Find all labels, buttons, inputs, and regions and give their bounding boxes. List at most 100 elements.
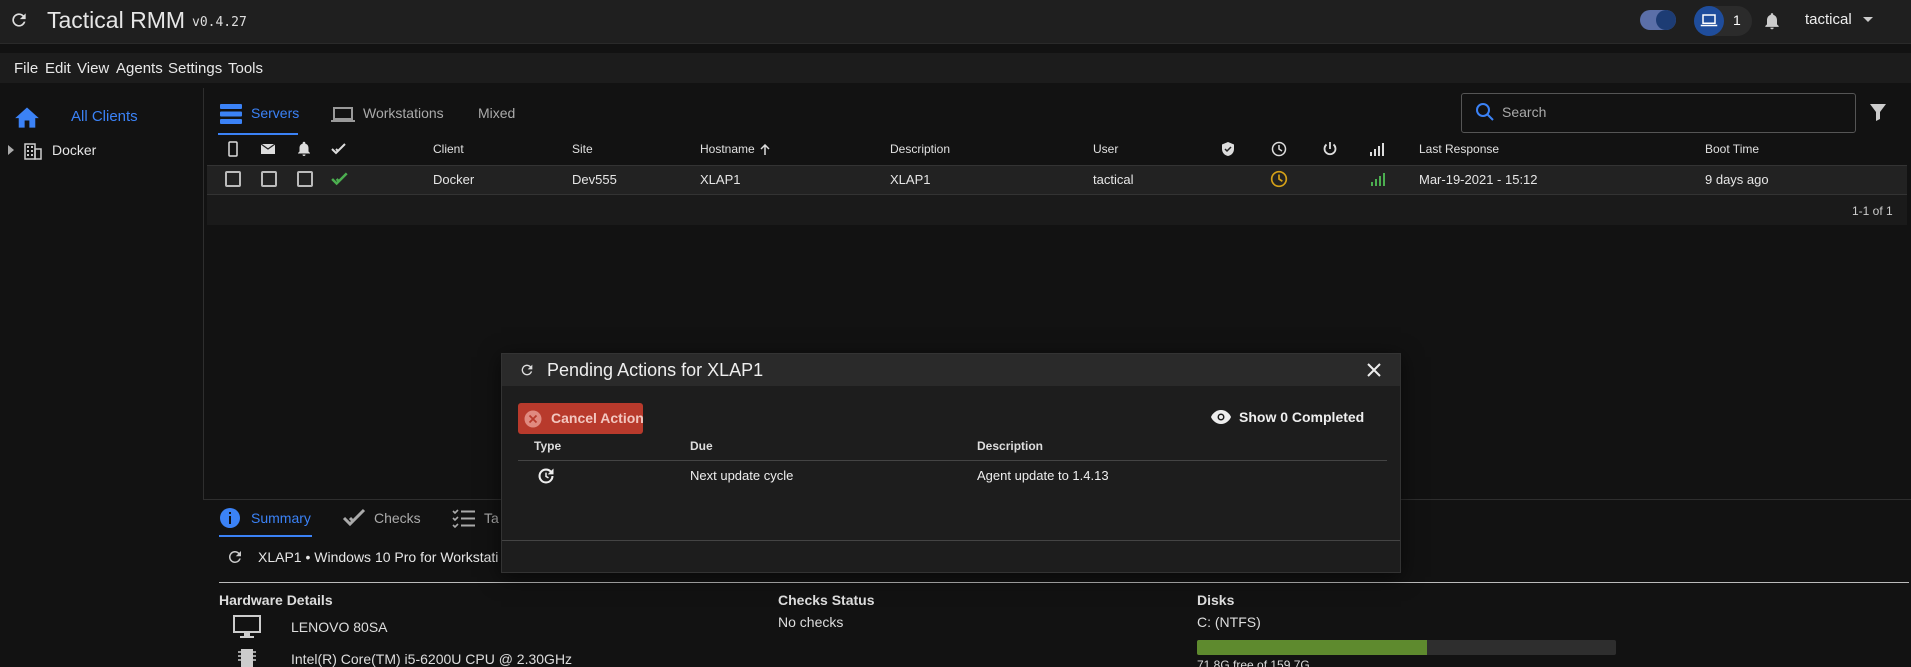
mobile-icon[interactable] (225, 141, 241, 157)
hardware-cpu: Intel(R) Core(TM) i5-6200U CPU @ 2.30GHz (291, 651, 573, 667)
laptop-icon (331, 107, 355, 122)
pending-actions-clock-icon[interactable] (1270, 170, 1288, 188)
monitor-icon (233, 615, 261, 638)
cancel-action-label: Cancel Action (551, 410, 644, 426)
client-tree-panel (0, 88, 204, 667)
double-check-icon[interactable] (331, 141, 347, 157)
menu-agents[interactable]: Agents (116, 60, 163, 77)
hardware-details-title: Hardware Details (219, 592, 333, 608)
search-input[interactable] (1502, 101, 1842, 123)
close-icon[interactable] (1366, 362, 1382, 378)
refresh-icon[interactable] (519, 362, 535, 378)
col-client[interactable]: Client (433, 142, 464, 156)
cell-due: Next update cycle (690, 468, 794, 483)
checks-status-title: Checks Status (778, 592, 875, 608)
menu-settings[interactable]: Settings (168, 60, 222, 77)
checks-icon (342, 508, 366, 527)
top-app-bar (0, 0, 1911, 44)
checks-passing-icon (331, 172, 348, 186)
home-icon[interactable] (12, 104, 42, 130)
dialog-title: Pending Actions for XLAP1 (547, 360, 764, 380)
col-due[interactable]: Due (690, 439, 713, 453)
cell-last-response: Mar-19-2021 - 15:12 (1419, 172, 1538, 187)
tasks-icon (452, 509, 475, 528)
hardware-model: LENOVO 80SA (291, 619, 388, 635)
col-type[interactable]: Type (534, 439, 561, 453)
dialog-footer-divider (502, 540, 1400, 541)
all-clients-link[interactable]: All Clients (71, 108, 138, 125)
checks-status-text: No checks (778, 614, 844, 630)
signal-online-icon (1371, 173, 1385, 186)
cell-hostname: XLAP1 (700, 172, 741, 187)
col-site[interactable]: Site (572, 142, 593, 156)
col-description[interactable]: Description (977, 439, 1043, 453)
menu-file[interactable]: File (14, 60, 38, 77)
tree-client-docker[interactable]: Docker (52, 142, 96, 158)
agent-update-icon (538, 468, 554, 484)
disk-usage-fill (1197, 640, 1428, 655)
bell-icon[interactable] (296, 141, 312, 157)
cell-boot-time: 9 days ago (1705, 172, 1769, 187)
mail-icon[interactable] (260, 141, 276, 157)
pagination-info: 1-1 of 1 (1852, 204, 1893, 218)
sort-ascending-icon (760, 144, 770, 155)
refresh-icon[interactable] (226, 548, 244, 566)
expand-arrow-icon[interactable] (7, 145, 15, 155)
filter-icon[interactable] (1869, 103, 1887, 121)
tab-workstations[interactable]: Workstations (363, 105, 444, 121)
col-boot-time[interactable]: Boot Time (1705, 142, 1759, 156)
shield-check-icon[interactable] (1220, 141, 1236, 157)
panel-divider[interactable] (203, 88, 204, 500)
menu-bar: File Edit View Agents Settings Tools (0, 53, 1911, 83)
sms-checkbox[interactable] (225, 171, 241, 187)
cell-user: tactical (1093, 172, 1134, 187)
alert-checkbox[interactable] (297, 171, 313, 187)
tab-active-indicator (218, 133, 298, 135)
agent-summary-line: XLAP1 • Windows 10 Pro for Workstati (258, 549, 499, 565)
search-icon (1476, 103, 1494, 121)
signal-icon[interactable] (1369, 141, 1385, 157)
pending-actions-dialog: Pending Actions for XLAP1 Cancel Action … (501, 353, 1401, 573)
building-icon (24, 143, 42, 160)
tab-active-indicator (219, 535, 312, 537)
divider (219, 582, 1909, 583)
col-description[interactable]: Description (890, 142, 950, 156)
servers-icon (220, 104, 242, 124)
laptop-icon (1700, 14, 1718, 27)
clock-icon[interactable] (1271, 141, 1287, 157)
eye-icon[interactable] (1210, 409, 1232, 425)
app-title: Tactical RMM (47, 7, 186, 33)
agent-count: 1 (1733, 12, 1741, 28)
power-icon[interactable] (1322, 141, 1338, 157)
menu-edit[interactable]: Edit (45, 60, 71, 77)
info-icon (220, 508, 240, 528)
divider (518, 460, 1387, 461)
show-completed-toggle[interactable]: Show 0 Completed (1239, 409, 1364, 425)
disks-title: Disks (1197, 592, 1235, 608)
col-hostname[interactable]: Hostname (700, 142, 755, 156)
email-checkbox[interactable] (261, 171, 277, 187)
tab-mixed[interactable]: Mixed (478, 105, 515, 121)
cpu-icon (238, 649, 256, 667)
tab-checks[interactable]: Checks (374, 510, 421, 526)
disk-free-text: 71.8G free of 159.7G (1197, 658, 1310, 667)
menu-view[interactable]: View (77, 60, 109, 77)
chevron-down-icon[interactable] (1862, 16, 1874, 24)
tab-servers[interactable]: Servers (251, 105, 299, 121)
notifications-bell-icon[interactable] (1762, 10, 1782, 32)
tab-tasks[interactable]: Ta (484, 510, 499, 526)
disk-usage-bar (1197, 640, 1616, 655)
cancel-circle-icon (524, 410, 542, 428)
moon-icon (1656, 10, 1676, 30)
tab-summary[interactable]: Summary (251, 510, 311, 526)
cell-description: XLAP1 (890, 172, 931, 187)
col-user[interactable]: User (1093, 142, 1118, 156)
user-menu[interactable]: tactical (1805, 11, 1852, 28)
table-footer (207, 195, 1907, 225)
refresh-icon[interactable] (9, 10, 29, 30)
menu-tools[interactable]: Tools (228, 60, 263, 77)
cell-site: Dev555 (572, 172, 617, 187)
cell-client: Docker (433, 172, 475, 187)
col-last-response[interactable]: Last Response (1419, 142, 1499, 156)
disk-name: C: (NTFS) (1197, 614, 1261, 630)
